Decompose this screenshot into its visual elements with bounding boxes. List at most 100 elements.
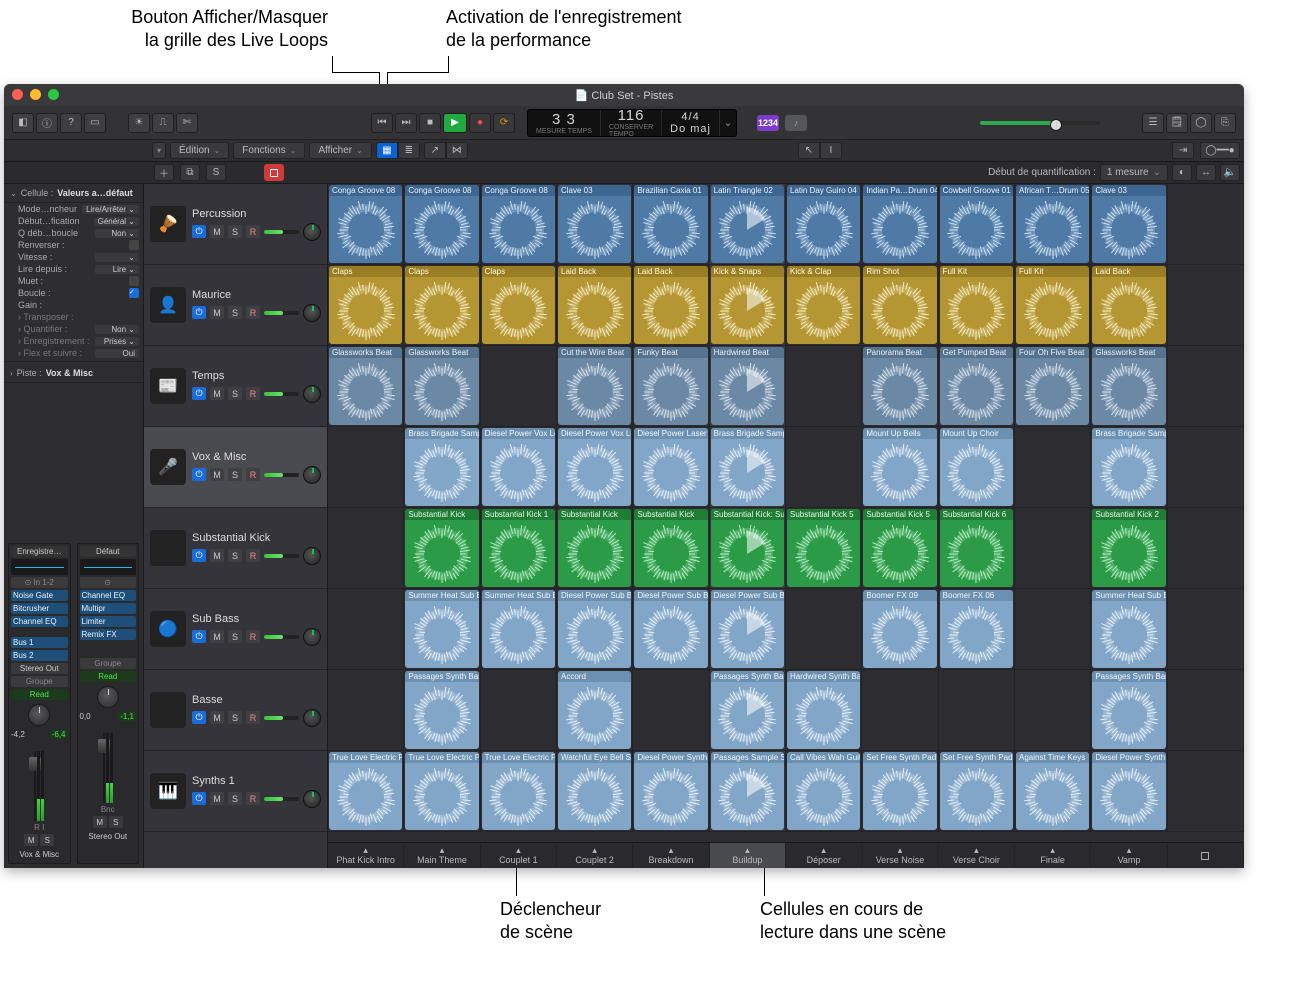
grid-cell[interactable]: Laid Back bbox=[633, 265, 709, 346]
grid-cell[interactable] bbox=[481, 670, 557, 751]
grid-cell[interactable]: Rim Shot bbox=[862, 265, 938, 346]
grid-cell[interactable]: Panorama Beat bbox=[862, 346, 938, 427]
track-volume[interactable] bbox=[264, 635, 299, 639]
grid-cell[interactable]: Passages Synth Bass bbox=[404, 670, 480, 751]
grid-cell[interactable]: Conga Groove 08 bbox=[328, 184, 404, 265]
inspector-row[interactable]: Boucle : bbox=[4, 287, 143, 299]
grid-cell[interactable] bbox=[481, 346, 557, 427]
traffic-lights[interactable] bbox=[12, 89, 59, 100]
clip[interactable]: Diesel Power Synth L bbox=[634, 752, 707, 830]
power-button[interactable]: ⏻ bbox=[192, 630, 206, 643]
power-button[interactable]: ⏻ bbox=[192, 225, 206, 238]
inspector-row[interactable]: Muet : bbox=[4, 275, 143, 287]
track-header[interactable]: Substantial Kick⏻MSR bbox=[144, 508, 327, 589]
grid-cell[interactable] bbox=[1015, 427, 1091, 508]
clip[interactable]: Passages Synth Bass bbox=[405, 671, 478, 749]
grid-cell[interactable]: Claps bbox=[481, 265, 557, 346]
grid-cell[interactable] bbox=[328, 589, 404, 670]
grid-cell[interactable]: Kick & Snaps bbox=[710, 265, 786, 346]
clip[interactable]: Substantial Kick: Sub bbox=[711, 509, 784, 587]
track-header[interactable]: 🔵Sub Bass⏻MSR bbox=[144, 589, 327, 670]
grid-cell[interactable]: Full Kit bbox=[939, 265, 1015, 346]
clip[interactable]: Kick & Clap bbox=[787, 266, 860, 344]
clip[interactable]: Cowbell Groove 01 bbox=[940, 185, 1013, 263]
chevron-button[interactable]: ▾ bbox=[152, 142, 166, 159]
grid-cell[interactable]: Accord bbox=[557, 670, 633, 751]
mute-button[interactable]: M bbox=[210, 711, 224, 724]
grid-cell[interactable]: Substantial Kick 5 bbox=[786, 508, 862, 589]
grid-cell[interactable]: Boomer FX 06 bbox=[939, 589, 1015, 670]
scene-trigger[interactable]: ▴Couplet 1 bbox=[481, 843, 557, 868]
rec-enable-button[interactable]: R bbox=[246, 225, 260, 238]
rec-enable-button[interactable]: R bbox=[246, 792, 260, 805]
grid-cell[interactable]: Boomer FX 09 bbox=[862, 589, 938, 670]
record-performance-button[interactable] bbox=[264, 164, 284, 181]
list-icon[interactable]: ☰ bbox=[1142, 113, 1164, 133]
solo-button[interactable]: S bbox=[228, 225, 242, 238]
grid-cell[interactable]: Glassworks Beat bbox=[1091, 346, 1167, 427]
settings-icon[interactable]: ☀ bbox=[128, 113, 150, 133]
scene-trigger[interactable]: ▴Finale bbox=[1015, 843, 1091, 868]
grid-cell[interactable] bbox=[328, 427, 404, 508]
library-icon[interactable]: ◧ bbox=[12, 113, 34, 133]
lcd-display[interactable]: 3 3MESURE TEMPS 116CONSERVER TEMPO 4/4Do… bbox=[527, 109, 737, 137]
mute-button[interactable]: M bbox=[210, 225, 224, 238]
grid-cell[interactable] bbox=[1168, 346, 1244, 427]
clip[interactable]: Brass Brigade Sample bbox=[1092, 428, 1165, 506]
clip[interactable]: Get Pumped Beat bbox=[940, 347, 1013, 425]
clip[interactable]: Latin Triangle 02 bbox=[711, 185, 784, 263]
speaker-icon[interactable]: 🔈 bbox=[1220, 164, 1240, 181]
track-view-icon[interactable]: ≣ bbox=[398, 142, 420, 159]
grid-cell[interactable]: Laid Back bbox=[557, 265, 633, 346]
track-volume[interactable] bbox=[264, 554, 299, 558]
grid-cell[interactable]: Mount Up Bells bbox=[862, 427, 938, 508]
grid-cell[interactable]: Passages Synth Bass bbox=[710, 670, 786, 751]
tuner-icon[interactable]: ♪ bbox=[785, 115, 807, 131]
scene-trigger[interactable]: ▴Breakdown bbox=[633, 843, 709, 868]
track-volume[interactable] bbox=[264, 230, 299, 234]
clip[interactable]: Indian Pa…Drum 04 bbox=[863, 185, 936, 263]
inspector-row[interactable]: Mode…ncheurLire/Arrêter ⌄ bbox=[4, 203, 143, 215]
clip[interactable]: Clave 03 bbox=[558, 185, 631, 263]
grid-cell[interactable] bbox=[1168, 670, 1244, 751]
clip[interactable]: Summer Heat Sub Ba bbox=[405, 590, 478, 668]
track-header[interactable]: Basse⏻MSR bbox=[144, 670, 327, 751]
clip[interactable]: Hardwired Beat bbox=[711, 347, 784, 425]
inspector-row[interactable]: › Enregistrement :Prises ⌄ bbox=[4, 335, 143, 347]
clip[interactable]: Substantial Kick bbox=[558, 509, 631, 587]
power-button[interactable]: ⏻ bbox=[192, 468, 206, 481]
clip[interactable]: Brass Brigade Sample bbox=[711, 428, 784, 506]
track-pan[interactable] bbox=[303, 709, 321, 727]
add-track-button[interactable]: ＋ bbox=[154, 164, 174, 181]
grid-cell[interactable]: Substantial Kick: Sub bbox=[710, 508, 786, 589]
clip[interactable]: Boomer FX 09 bbox=[863, 590, 936, 668]
clip[interactable]: Substantial Kick 1 bbox=[482, 509, 555, 587]
moon-icon[interactable]: ◐ bbox=[1172, 164, 1192, 181]
grid-cell[interactable] bbox=[939, 670, 1015, 751]
clip[interactable]: Cut the Wire Beat bbox=[558, 347, 631, 425]
inspector-row[interactable]: Q déb…boucleNon ⌄ bbox=[4, 227, 143, 239]
mute-button[interactable]: M bbox=[210, 792, 224, 805]
clip[interactable]: Watchful Eye Bell Syn bbox=[558, 752, 631, 830]
grid-cell[interactable] bbox=[633, 670, 709, 751]
track-header[interactable]: 🎤Vox & Misc⏻MSR bbox=[144, 427, 327, 508]
help-icon[interactable]: ? bbox=[60, 113, 82, 133]
grid-cell[interactable]: Funky Beat bbox=[633, 346, 709, 427]
clip[interactable]: Laid Back bbox=[1092, 266, 1165, 344]
mute-button[interactable]: M bbox=[210, 630, 224, 643]
mute-button[interactable]: M bbox=[210, 468, 224, 481]
grid-view-icon[interactable]: ▦ bbox=[376, 142, 398, 159]
clip[interactable]: Four Oh Five Beat bbox=[1016, 347, 1089, 425]
grid-cell[interactable]: Set Free Synth Pad bbox=[939, 751, 1015, 832]
grid-cell[interactable]: Diesel Power Vox Lea bbox=[557, 427, 633, 508]
grid-cell[interactable]: Diesel Power Sub Ba bbox=[710, 589, 786, 670]
grid-cell[interactable]: African T…Drum 05 bbox=[1015, 184, 1091, 265]
grid-cell[interactable]: Substantial Kick 5 bbox=[862, 508, 938, 589]
clip[interactable]: Glassworks Beat bbox=[405, 347, 478, 425]
clip[interactable]: Diesel Power Sub Ba bbox=[634, 590, 707, 668]
grid-cell[interactable]: Get Pumped Beat bbox=[939, 346, 1015, 427]
clip[interactable]: Against Time Keys bbox=[1016, 752, 1089, 830]
channel-strip-left[interactable]: Enregistre… ⊙In 1-2 Noise Gate Bitcrushe… bbox=[8, 543, 71, 864]
track-pan[interactable] bbox=[303, 628, 321, 646]
automation-icon[interactable]: ↗ bbox=[424, 142, 446, 159]
